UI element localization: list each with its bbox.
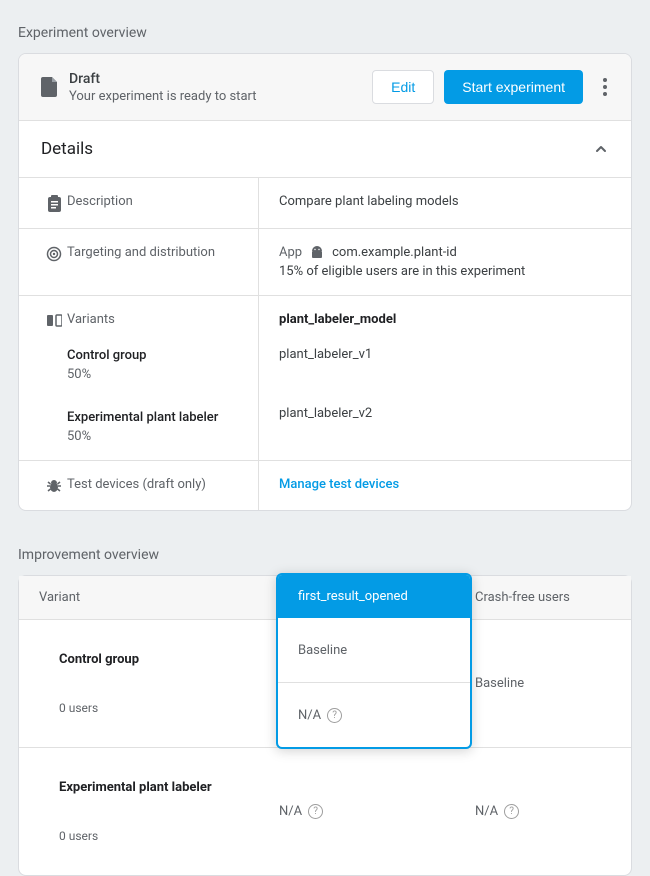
improvement-table-wrap: Variant first_result_opened Crash-free u… bbox=[18, 575, 632, 876]
clipboard-icon bbox=[41, 194, 67, 212]
highlighted-metric-column: first_result_opened Baseline N/A ? bbox=[276, 573, 472, 749]
parameter-value: plant_labeler_v2 bbox=[279, 406, 611, 421]
variant-percent: 50% bbox=[67, 429, 218, 444]
bug-icon bbox=[41, 477, 67, 494]
description-label: Description bbox=[67, 194, 244, 212]
variant-users: 0 users bbox=[39, 813, 239, 859]
improvement-overview-title: Improvement overview bbox=[18, 547, 632, 563]
chevron-up-icon bbox=[593, 141, 609, 157]
variant-name: Control group bbox=[39, 636, 239, 683]
distribution-text: 15% of eligible users are in this experi… bbox=[279, 264, 611, 279]
column-variant: Variant bbox=[19, 576, 259, 619]
metric2-cell: Baseline bbox=[455, 620, 631, 747]
experiment-header: Draft Your experiment is ready to start … bbox=[19, 54, 631, 121]
targeting-row: Targeting and distribution App com.examp… bbox=[19, 229, 631, 296]
parameter-name: plant_labeler_model bbox=[279, 312, 611, 327]
experiment-overview-title: Experiment overview bbox=[18, 25, 632, 41]
experiment-subtext: Your experiment is ready to start bbox=[69, 89, 372, 104]
variant-name: Control group bbox=[67, 348, 218, 363]
table-row: Experimental plant labeler 0 users N/A ?… bbox=[19, 748, 631, 875]
test-devices-label: Test devices (draft only) bbox=[67, 477, 244, 494]
target-icon bbox=[41, 245, 67, 262]
experiment-card: Draft Your experiment is ready to start … bbox=[18, 53, 632, 511]
edit-button[interactable]: Edit bbox=[372, 70, 434, 104]
details-section-header[interactable]: Details bbox=[19, 121, 631, 178]
variant-percent: 50% bbox=[67, 367, 218, 382]
manage-test-devices-link[interactable]: Manage test devices bbox=[279, 477, 399, 492]
help-icon[interactable]: ? bbox=[308, 804, 323, 819]
help-icon[interactable]: ? bbox=[504, 804, 519, 819]
metric2-cell: N/A ? bbox=[455, 748, 631, 875]
app-id: com.example.plant-id bbox=[332, 245, 457, 260]
variants-label: Variants bbox=[67, 312, 244, 328]
variants-row: Variants Control group 50% Experimental … bbox=[19, 296, 631, 461]
android-icon bbox=[310, 246, 324, 260]
description-row: Description Compare plant labeling model… bbox=[19, 178, 631, 229]
variant-users: 0 users bbox=[39, 685, 239, 731]
start-experiment-button[interactable]: Start experiment bbox=[444, 70, 583, 104]
targeting-label: Targeting and distribution bbox=[67, 245, 244, 260]
help-icon[interactable]: ? bbox=[327, 708, 342, 723]
experiment-status: Draft bbox=[69, 71, 372, 87]
variant-name: Experimental plant labeler bbox=[39, 764, 239, 811]
highlighted-metric-header[interactable]: first_result_opened bbox=[278, 575, 470, 618]
app-prefix: App bbox=[279, 245, 302, 260]
description-value: Compare plant labeling models bbox=[259, 178, 631, 228]
details-title: Details bbox=[41, 139, 93, 159]
metric1-cell: N/A ? bbox=[259, 748, 455, 875]
highlighted-metric-cell: N/A ? bbox=[278, 683, 470, 747]
column-metric2: Crash-free users bbox=[455, 576, 631, 619]
test-devices-row: Test devices (draft only) Manage test de… bbox=[19, 461, 631, 510]
highlighted-metric-cell: Baseline bbox=[278, 618, 470, 683]
split-icon bbox=[41, 312, 67, 328]
parameter-value: plant_labeler_v1 bbox=[279, 347, 611, 362]
experiment-header-text: Draft Your experiment is ready to start bbox=[69, 71, 372, 104]
more-menu-icon[interactable] bbox=[597, 78, 613, 96]
app-line: App com.example.plant-id bbox=[279, 245, 611, 260]
file-icon bbox=[37, 77, 63, 97]
variant-name: Experimental plant labeler bbox=[67, 410, 218, 425]
